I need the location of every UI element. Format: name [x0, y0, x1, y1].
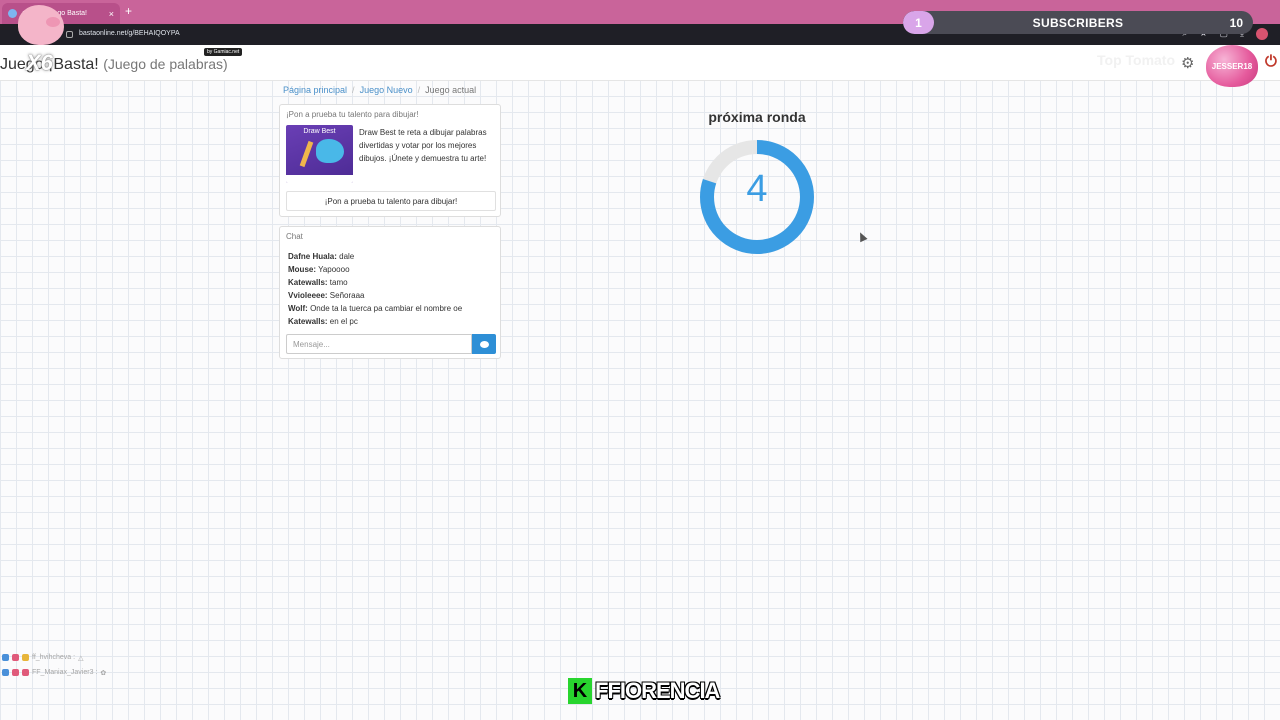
promo-button[interactable]: ¡Pon a prueba tu talento para dibujar!	[286, 191, 496, 211]
chat-text: Onde ta la tuerca pa cambiar el nombre o…	[307, 304, 463, 313]
chat-user: Mouse:	[288, 265, 316, 274]
heart-icon	[12, 669, 19, 676]
stream-chat-line: ff_hvihcheva : △	[2, 650, 106, 665]
promo-description: Draw Best te reta a dibujar palabras div…	[359, 128, 487, 163]
chat-message: Vvioleeee: Señoraaa	[288, 289, 498, 302]
stream-chat-user: FF_Maniax_Javier3 :	[32, 669, 98, 676]
chat-text: en el pc	[327, 317, 358, 326]
breadcrumb-separator: /	[417, 85, 421, 95]
stream-chat-line: FF_Maniax_Javier3 : ✿	[2, 665, 106, 680]
multiplier-badge: X6	[26, 50, 53, 75]
mouse-cursor-icon	[856, 230, 868, 243]
power-icon[interactable]: ⏻	[1265, 53, 1277, 70]
breadcrumb: Página principal / Juego Nuevo / Juego a…	[283, 85, 476, 95]
chat-message: Wolf: Onde ta la tuerca pa cambiar el no…	[288, 302, 498, 315]
chat-text: Yapoooo	[316, 265, 350, 274]
countdown-number: 4	[746, 168, 768, 210]
breadcrumb-home[interactable]: Página principal	[283, 85, 347, 95]
stream-chat-overlay: ff_hvihcheva : △ FF_Maniax_Javier3 : ✿	[2, 650, 106, 680]
chat-message: Dafne Huala: dale	[288, 250, 498, 263]
chat-user: Vvioleeee:	[288, 291, 328, 300]
chat-user: Dafne Huala:	[288, 252, 337, 261]
heart-badge-name: JESSER18	[1211, 61, 1253, 71]
chat-message-input[interactable]: Mensaje...	[286, 334, 472, 354]
subscriber-goal-bar: 1 SUBSCRIBERS 10	[903, 11, 1253, 34]
gear-icon[interactable]: ⚙	[1181, 54, 1194, 72]
chat-message: Mouse: Yapoooo	[288, 263, 498, 276]
stream-chat-emote: △	[78, 654, 84, 662]
chat-text: dale	[336, 252, 355, 261]
chat-user: Katewalls:	[288, 317, 328, 326]
chat-user: Katewalls:	[288, 278, 328, 287]
new-tab-button[interactable]: +	[125, 4, 132, 18]
streamer-watermark: K FFIORENCIA	[568, 678, 720, 704]
subscriber-goal: 10	[1229, 15, 1243, 30]
header-overlay-text: Top Tomato	[1097, 52, 1176, 68]
kick-logo-icon: K	[568, 678, 592, 704]
chat-user: Wolf:	[288, 304, 308, 313]
draw-best-image-title: Draw Best	[303, 128, 336, 135]
pig-emote-icon	[18, 5, 64, 45]
paint-splash-icon	[316, 139, 344, 163]
badge-icon	[2, 654, 9, 661]
chat-text: tamo	[327, 278, 348, 287]
promo-heading: ¡Pon a prueba tu talento para dibujar!	[286, 110, 419, 119]
stream-chat-emote: ✿	[100, 669, 107, 677]
url-field[interactable]: bastaonline.net/g/BEHAIQOYPA	[79, 30, 180, 37]
profile-avatar[interactable]	[1256, 28, 1268, 40]
page-header: Juego ¡Basta! (Juego de palabras) by Gam…	[0, 45, 1280, 87]
watermark-text: FFIORENCIA	[595, 678, 720, 703]
chat-text: Señoraaa	[327, 291, 365, 300]
chat-messages: Dafne Huala: dale Mouse: Yapoooo Katewal…	[288, 250, 498, 328]
chat-bubble-icon	[479, 340, 489, 348]
badge-icon	[2, 669, 9, 676]
by-badge: by Gamiac.net	[204, 48, 243, 56]
heart-icon	[22, 669, 29, 676]
chat-message: Katewalls: en el pc	[288, 315, 498, 328]
send-button[interactable]	[472, 334, 496, 354]
next-round-title: próxima ronda	[708, 109, 806, 125]
brand-subtitle: (Juego de palabras)	[103, 56, 228, 72]
favicon-icon	[8, 9, 17, 18]
heart-icon	[12, 654, 19, 661]
chat-heading: Chat	[286, 232, 303, 241]
promo-panel: ¡Pon a prueba tu talento para dibujar! D…	[279, 104, 501, 217]
badge-icon	[22, 654, 29, 661]
paintbrush-icon	[299, 140, 314, 168]
site-info-icon[interactable]	[66, 31, 73, 38]
chat-panel: Chat Dafne Huala: dale Mouse: Yapoooo Ka…	[279, 226, 501, 359]
breadcrumb-current: Juego actual	[425, 85, 477, 95]
heart-badge: JESSER18	[1206, 45, 1258, 87]
close-icon[interactable]: ×	[109, 9, 114, 19]
breadcrumb-new-game[interactable]: Juego Nuevo	[360, 85, 413, 95]
draw-best-image[interactable]: Draw Best	[286, 125, 353, 183]
stream-chat-user: ff_hvihcheva :	[32, 654, 76, 661]
chat-message: Katewalls: tamo	[288, 276, 498, 289]
subscriber-label: SUBSCRIBERS	[1032, 15, 1124, 30]
image-footer	[286, 175, 353, 183]
brand-title: ¡Basta!	[48, 56, 99, 73]
breadcrumb-separator: /	[352, 85, 355, 95]
